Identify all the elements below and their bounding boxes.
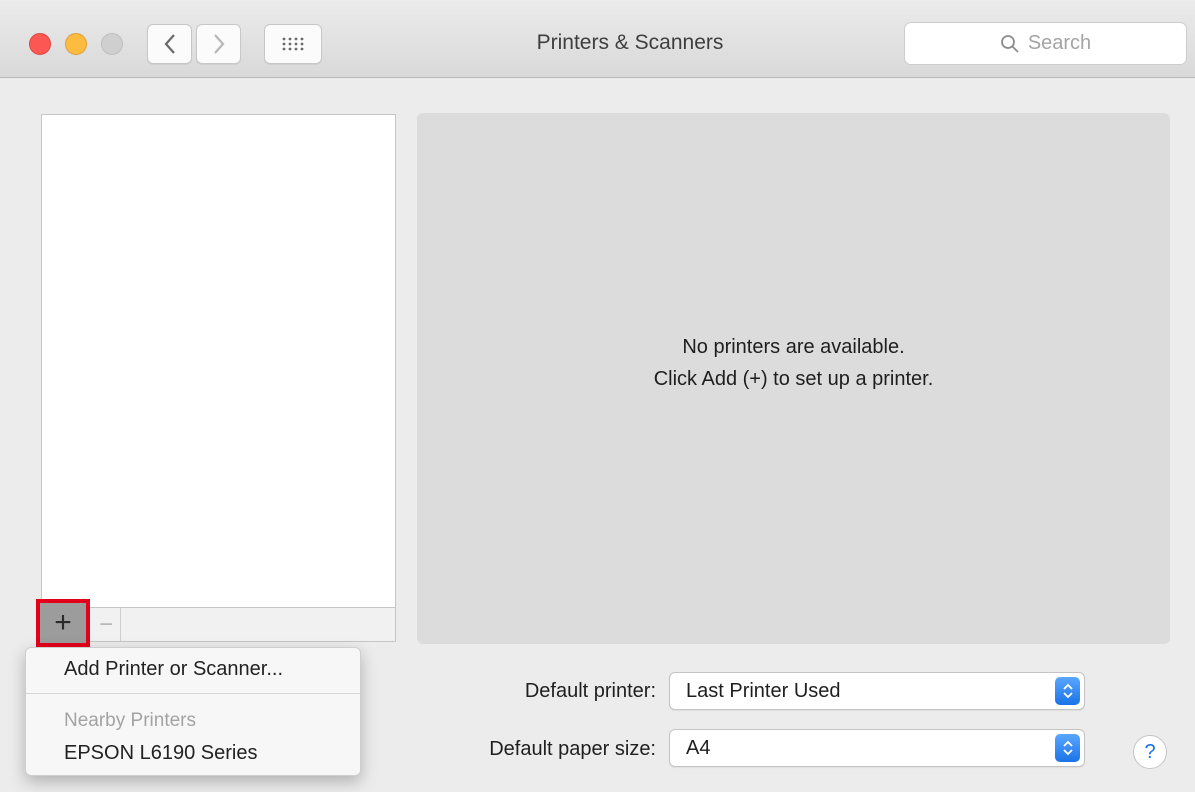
toolbar-divider	[120, 608, 121, 641]
default-printer-label: Default printer:	[524, 680, 656, 702]
chevron-left-icon	[164, 34, 175, 54]
show-all-button[interactable]	[264, 24, 322, 64]
add-printer-button[interactable]: +	[36, 599, 90, 647]
updown-arrows-icon	[1055, 677, 1080, 705]
printer-list[interactable]	[41, 114, 396, 608]
default-paper-size-label: Default paper size:	[489, 738, 656, 760]
menu-item-nearby-printer[interactable]: EPSON L6190 Series	[64, 742, 257, 765]
menu-separator	[26, 693, 360, 694]
printer-detail-panel: No printers are available. Click Add (+)…	[417, 113, 1170, 644]
help-button[interactable]: ?	[1133, 735, 1167, 769]
minimize-window-button[interactable]	[65, 33, 87, 55]
menu-item-add-printer-or-scanner[interactable]: Add Printer or Scanner...	[64, 658, 283, 681]
zoom-window-button[interactable]	[101, 33, 123, 55]
search-placeholder: Search	[1027, 32, 1092, 54]
default-paper-size-select[interactable]: A4	[669, 729, 1085, 767]
close-window-button[interactable]	[29, 33, 51, 55]
menu-header-nearby-printers: Nearby Printers	[64, 710, 196, 731]
empty-state-line-1: No printers are available.	[682, 336, 905, 358]
window-title: Printers & Scanners	[536, 31, 724, 54]
default-paper-size-value: A4	[686, 737, 711, 759]
back-button[interactable]	[147, 24, 192, 64]
add-popup-menu: Add Printer or Scanner... Nearby Printer…	[25, 647, 361, 776]
title-bar: Printers & Scanners Search	[0, 0, 1195, 78]
remove-printer-button[interactable]: −	[92, 610, 120, 640]
search-field[interactable]: Search	[904, 22, 1187, 65]
empty-state-message: No printers are available. Click Add (+)…	[417, 331, 1170, 395]
search-icon	[1000, 34, 1019, 53]
grid-icon	[282, 37, 304, 51]
default-printer-value: Last Printer Used	[686, 680, 841, 702]
forward-button[interactable]	[196, 24, 241, 64]
default-printer-select[interactable]: Last Printer Used	[669, 672, 1085, 710]
empty-state-line-2: Click Add (+) to set up a printer.	[653, 368, 934, 390]
chevron-right-icon	[213, 34, 224, 54]
updown-arrows-icon	[1055, 734, 1080, 762]
